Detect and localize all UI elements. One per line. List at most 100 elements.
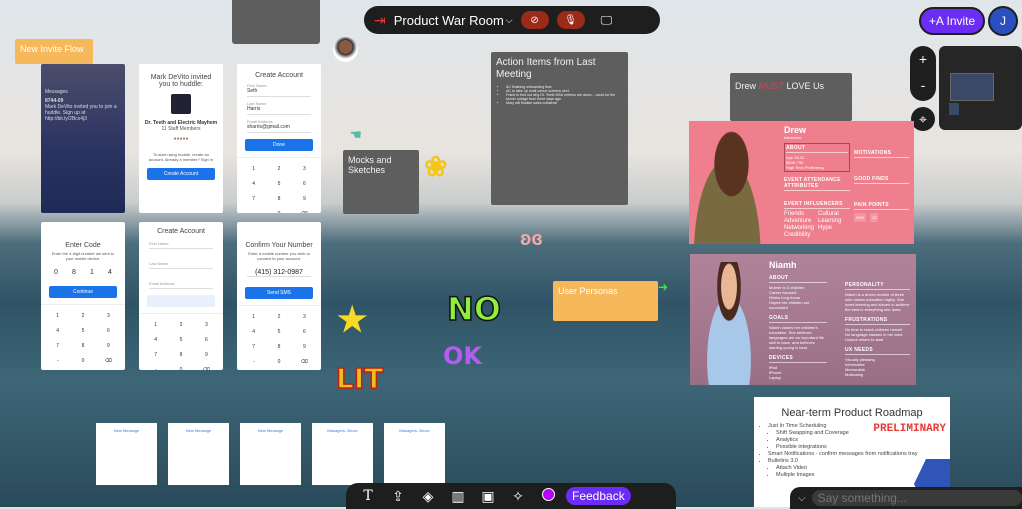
keypad-key[interactable]: 6	[292, 181, 317, 187]
keypad-key[interactable]: ⌫	[96, 358, 121, 364]
keypad-key[interactable]: 0	[266, 211, 291, 213]
keypad-key[interactable]: ⌫	[194, 367, 219, 370]
phone-create-account-empty[interactable]: Create Account First Name Last Name Emai…	[139, 222, 223, 370]
keypad-key[interactable]: 3	[96, 313, 121, 319]
screen-share-icon[interactable]: 🖵	[601, 13, 613, 28]
message-mockups[interactable]: New Message New Message New Message Mana…	[93, 420, 448, 488]
phone-confirm-number[interactable]: Confirm Your Number Enter a mobile numbe…	[237, 222, 321, 370]
camera-off-button[interactable]: ⊘	[520, 11, 549, 29]
canvas-frame[interactable]	[232, 0, 320, 44]
keypad-key[interactable]: 5	[266, 181, 291, 187]
leave-room-icon[interactable]: ⇥	[374, 12, 386, 29]
keypad-key[interactable]: 0	[266, 359, 291, 365]
keypad[interactable]: 123 456 789 -0⌫	[41, 304, 125, 370]
no-sticker[interactable]: NO	[446, 289, 501, 329]
keypad-key[interactable]: 1	[143, 322, 168, 328]
keypad-key[interactable]: 8	[70, 343, 95, 349]
code-input[interactable]: 0814	[47, 269, 119, 276]
lit-sticker[interactable]: LIT	[335, 361, 384, 396]
minimap[interactable]	[939, 46, 1022, 130]
keypad-key[interactable]: 4	[143, 337, 168, 343]
last-name-field[interactable]: Last Name	[149, 261, 213, 269]
chat-input[interactable]	[811, 490, 1022, 506]
keypad-key[interactable]: 9	[292, 196, 317, 202]
user-avatar[interactable]: J	[988, 6, 1018, 36]
email-field[interactable]: Email Address sharris@gmail.com	[247, 119, 311, 133]
chevron-down-icon[interactable]: ⌵	[506, 15, 513, 26]
keypad[interactable]: 123 456 789 -0⌫	[139, 313, 223, 370]
phone-create-account-filled[interactable]: Create Account First Name Seth Last Name H…	[237, 64, 321, 213]
keypad-key[interactable]: 7	[241, 196, 266, 202]
keypad-key[interactable]: 5	[168, 337, 193, 343]
keypad-key[interactable]: 7	[45, 343, 70, 349]
persona-niamh[interactable]: Niamh ABOUT Mother to 3 children Career fo…	[690, 254, 916, 385]
butterfly-sticker[interactable]: ʚɞ	[520, 228, 543, 251]
keypad-key[interactable]: 2	[266, 314, 291, 320]
star-sticker[interactable]: ★	[337, 300, 367, 340]
feedback-button[interactable]: Feedback	[566, 487, 631, 505]
cup-icon[interactable]: ▥	[444, 488, 472, 505]
persona-drew[interactable]: Drew Influencer ABOUT Age 25-31 $50K-75K Hi…	[689, 121, 914, 244]
party-icon[interactable]: ✧	[504, 488, 532, 505]
keypad-key[interactable]: 8	[168, 352, 193, 358]
recenter-button[interactable]: ⌖	[911, 107, 935, 131]
upload-icon[interactable]: ⇪	[384, 488, 412, 505]
mockup-chat[interactable]: Managers, Bruce	[312, 423, 373, 485]
invite-button[interactable]: +A Invite	[919, 7, 985, 35]
keypad-key[interactable]: 1	[45, 313, 70, 319]
pointing-hand-sticker[interactable]: ☚	[350, 127, 362, 143]
ok-sticker[interactable]: OK	[443, 342, 482, 370]
keypad-key[interactable]: 2	[70, 313, 95, 319]
sticky-note-user-personas[interactable]: User Personas	[553, 281, 658, 321]
keypad-key[interactable]: 4	[241, 181, 266, 187]
sticky-note-invite-flow[interactable]: New Invite Flow	[15, 39, 93, 64]
phone-invite[interactable]: Mark DeVito invited you to huddle: Dr. T…	[139, 64, 223, 213]
keypad-key[interactable]: 9	[96, 343, 121, 349]
keypad-key[interactable]: -	[241, 211, 266, 213]
room-title[interactable]: Product War Room	[394, 13, 504, 28]
keypad[interactable]: 123 456 789 -0⌫	[237, 305, 321, 370]
keypad-key[interactable]: 6	[96, 328, 121, 334]
keypad-key[interactable]: 3	[292, 314, 317, 320]
keypad-key[interactable]: -	[241, 359, 266, 365]
mockup-new-message[interactable]: New Message	[168, 423, 229, 485]
keypad-key[interactable]: 4	[45, 328, 70, 334]
note-action-items[interactable]: Action Items from Last Meeting AC finish…	[491, 52, 628, 205]
send-sms-button[interactable]: Send SMS	[245, 287, 313, 299]
keypad-key[interactable]: 2	[168, 322, 193, 328]
continue-button[interactable]: Continue	[49, 286, 117, 298]
keypad-key[interactable]: 3	[194, 322, 219, 328]
keypad-key[interactable]: 6	[292, 329, 317, 335]
done-button-disabled[interactable]	[147, 295, 215, 307]
keypad-key[interactable]: 7	[241, 344, 266, 350]
keypad-key[interactable]: 7	[143, 352, 168, 358]
keypad-key[interactable]: 9	[194, 352, 219, 358]
keypad-key[interactable]: 3	[292, 166, 317, 172]
phone-enter-code[interactable]: Enter Code Enter the 4-digit number we s…	[41, 222, 125, 370]
keypad-key[interactable]: 1	[241, 166, 266, 172]
phone-number-input[interactable]: (415) 312-0987	[247, 269, 311, 277]
first-name-field[interactable]: First Name Seth	[247, 83, 311, 97]
mockup-new-message[interactable]: New Message	[240, 423, 301, 485]
mic-off-button[interactable]: 🎙	[556, 11, 585, 29]
keypad-key[interactable]: 9	[292, 344, 317, 350]
keypad-key[interactable]: 8	[266, 196, 291, 202]
keypad[interactable]: 123 456 789 -0⌫	[237, 157, 321, 213]
keypad-key[interactable]: ⌫	[292, 211, 317, 213]
keypad-key[interactable]: 4	[241, 329, 266, 335]
create-account-button[interactable]: Create Account	[147, 168, 215, 180]
sticker-icon[interactable]: ◈	[414, 488, 442, 505]
keypad-key[interactable]: 0	[70, 358, 95, 364]
mockup-new-message[interactable]: New Message	[96, 423, 157, 485]
first-name-field[interactable]: First Name	[149, 241, 213, 249]
mockup-chat[interactable]: Managers, Bruce	[384, 423, 445, 485]
keypad-key[interactable]: 5	[266, 329, 291, 335]
color-picker[interactable]	[534, 488, 562, 504]
keypad-key[interactable]: 5	[70, 328, 95, 334]
keypad-key[interactable]: 2	[266, 166, 291, 172]
chevron-down-icon[interactable]: ⌵	[798, 493, 806, 504]
minimap-viewport[interactable]	[950, 73, 994, 101]
email-field[interactable]: Email Address	[149, 281, 213, 289]
keypad-key[interactable]: 0	[168, 367, 193, 370]
note-mocks-sketches[interactable]: Mocks and Sketches	[343, 150, 419, 214]
